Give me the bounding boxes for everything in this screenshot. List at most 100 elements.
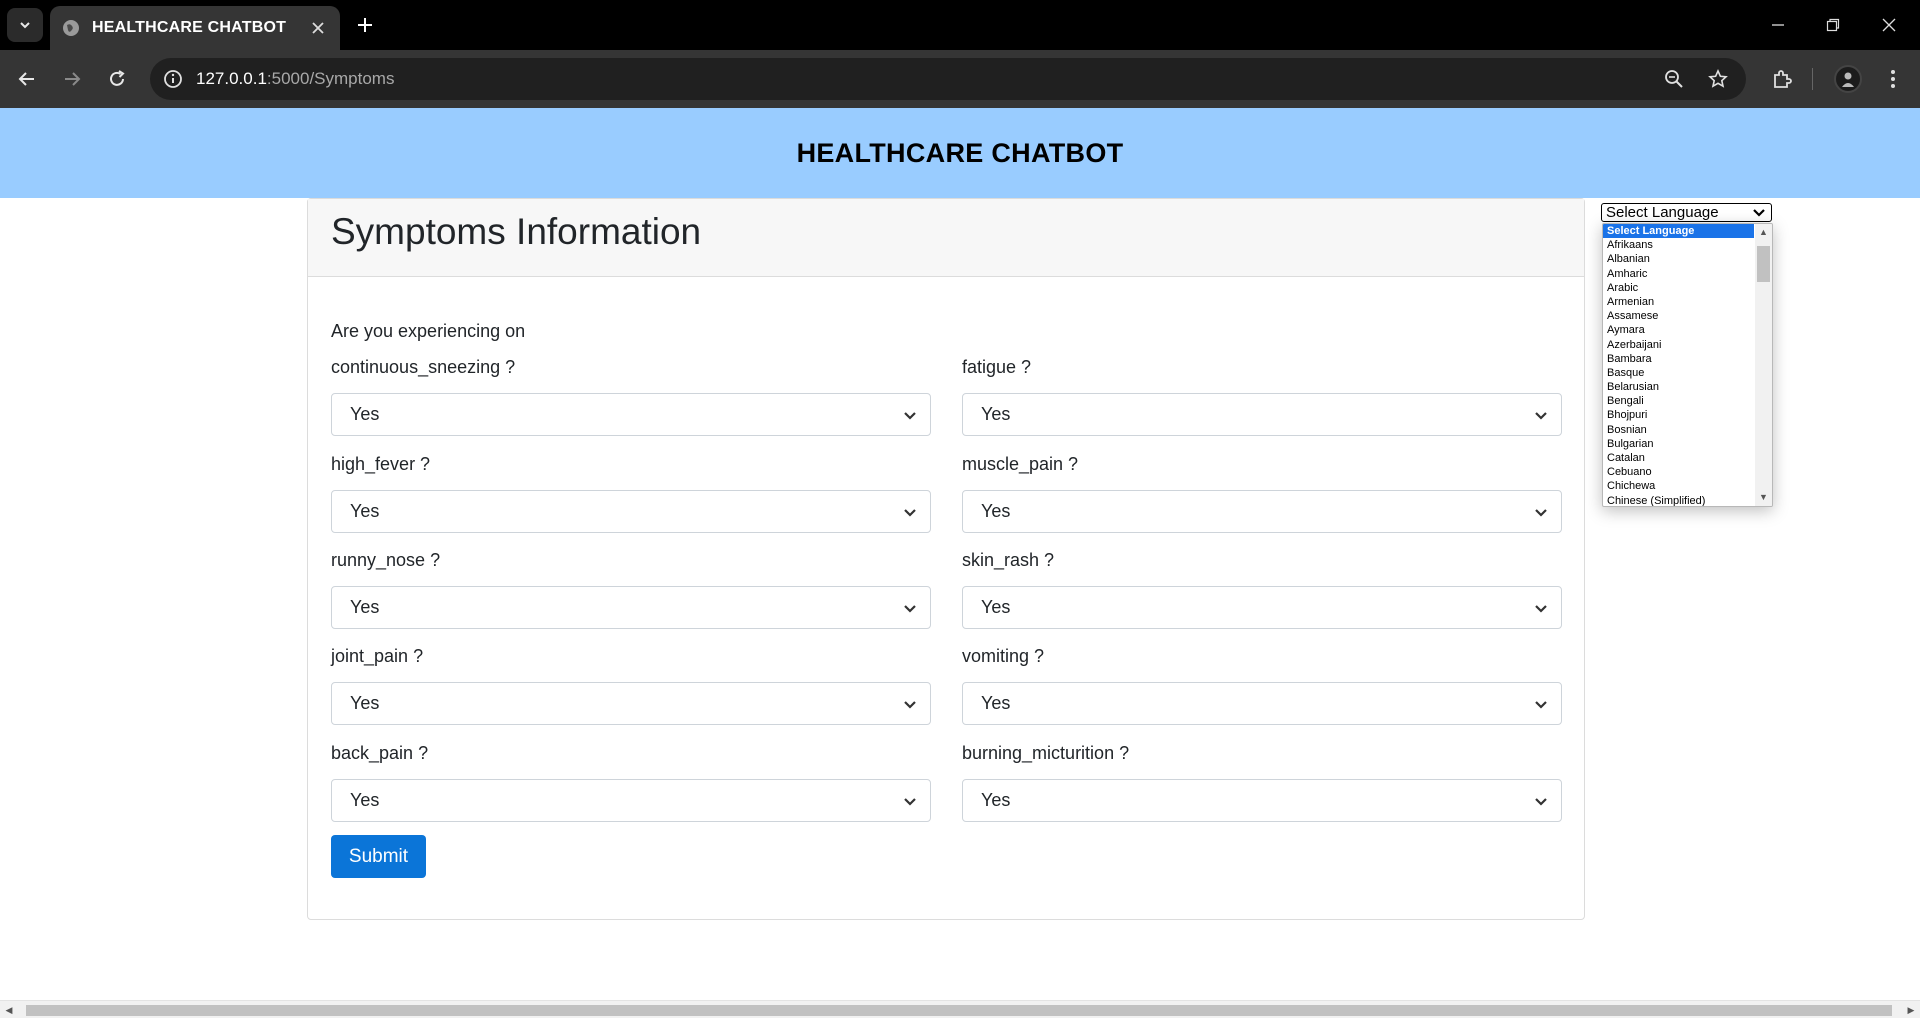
profile-avatar[interactable] bbox=[1834, 65, 1862, 93]
reload-icon[interactable] bbox=[104, 66, 130, 92]
language-option[interactable]: Bambara bbox=[1603, 352, 1754, 366]
submit-button[interactable]: Submit bbox=[331, 835, 426, 878]
language-select-value: Select Language bbox=[1606, 204, 1719, 221]
symptom-select[interactable]: Yes bbox=[331, 490, 931, 533]
language-option[interactable]: Amharic bbox=[1603, 267, 1754, 281]
language-select[interactable]: Select Language bbox=[1601, 203, 1772, 222]
restore-icon[interactable] bbox=[1820, 12, 1846, 38]
language-option[interactable]: Chinese (Simplified) bbox=[1603, 494, 1754, 506]
chevron-down-icon bbox=[904, 701, 916, 709]
select-value: Yes bbox=[350, 790, 380, 810]
chevron-down-icon bbox=[1535, 412, 1547, 420]
language-option[interactable]: Bengali bbox=[1603, 394, 1754, 408]
symptom-select[interactable]: Yes bbox=[331, 393, 931, 436]
chevron-down-icon bbox=[904, 798, 916, 806]
symptom-select[interactable]: Yes bbox=[962, 393, 1562, 436]
symptom-field-fatigue: fatigue ? Yes bbox=[962, 357, 1562, 436]
language-option[interactable]: Belarusian bbox=[1603, 380, 1754, 394]
symptom-field-joint-pain: joint_pain ? Yes bbox=[331, 646, 931, 725]
symptom-label: high_fever ? bbox=[331, 454, 431, 474]
chevron-down-icon bbox=[1535, 701, 1547, 709]
language-option[interactable]: Afrikaans bbox=[1603, 238, 1754, 252]
symptom-select[interactable]: Yes bbox=[962, 779, 1562, 822]
zoom-icon[interactable] bbox=[1662, 67, 1686, 91]
symptom-label: skin_rash ? bbox=[962, 550, 1055, 570]
chevron-down-icon bbox=[904, 412, 916, 420]
chevron-down-icon bbox=[20, 22, 30, 29]
symptom-select[interactable]: Yes bbox=[962, 682, 1562, 725]
chevron-down-icon bbox=[1753, 209, 1765, 217]
address-bar[interactable]: 127.0.0.1:5000/Symptoms bbox=[150, 58, 1746, 100]
language-option[interactable]: Chichewa bbox=[1603, 479, 1754, 493]
card-title: Symptoms Information bbox=[331, 211, 702, 252]
select-value: Yes bbox=[981, 790, 1011, 810]
symptom-label: muscle_pain ? bbox=[962, 454, 1079, 474]
language-option[interactable]: Select Language bbox=[1603, 224, 1754, 239]
new-tab-icon[interactable] bbox=[352, 12, 378, 38]
minimize-icon[interactable] bbox=[1765, 12, 1791, 38]
back-arrow-icon[interactable] bbox=[14, 66, 40, 92]
more-menu-icon[interactable] bbox=[1879, 65, 1907, 93]
site-info-icon[interactable] bbox=[162, 68, 184, 90]
close-window-icon[interactable] bbox=[1876, 12, 1902, 38]
bookmark-star-icon[interactable] bbox=[1706, 67, 1730, 91]
language-option[interactable]: Armenian bbox=[1603, 295, 1754, 309]
dropdown-scrollbar[interactable]: ▲ ▼ bbox=[1755, 224, 1772, 506]
tab-search-button[interactable] bbox=[7, 8, 43, 42]
symptom-select[interactable]: Yes bbox=[331, 779, 931, 822]
scroll-up-arrow-icon[interactable]: ▲ bbox=[1759, 228, 1768, 237]
language-option[interactable]: Assamese bbox=[1603, 309, 1754, 323]
symptom-label: joint_pain ? bbox=[331, 646, 424, 666]
select-value: Yes bbox=[981, 597, 1011, 617]
browser-toolbar: 127.0.0.1:5000/Symptoms bbox=[0, 50, 1920, 108]
language-option[interactable]: Bhojpuri bbox=[1603, 408, 1754, 422]
scroll-thumb[interactable] bbox=[1757, 246, 1770, 282]
symptom-select[interactable]: Yes bbox=[331, 586, 931, 629]
symptom-field-high-fever: high_fever ? Yes bbox=[331, 454, 931, 533]
intro-text: Are you experiencing on bbox=[331, 321, 526, 341]
symptoms-card: Symptoms Information Are you experiencin… bbox=[307, 198, 1585, 920]
language-option[interactable]: Arabic bbox=[1603, 281, 1754, 295]
language-option[interactable]: Azerbaijani bbox=[1603, 338, 1754, 352]
language-option[interactable]: Cebuano bbox=[1603, 465, 1754, 479]
symptom-field-burning-micturition: burning_micturition ? Yes bbox=[962, 743, 1562, 822]
symptom-label: fatigue ? bbox=[962, 357, 1032, 377]
symptom-field-skin-rash: skin_rash ? Yes bbox=[962, 550, 1562, 629]
select-value: Yes bbox=[350, 404, 380, 424]
scroll-right-arrow-icon[interactable]: ▶ bbox=[1906, 1005, 1916, 1015]
close-tab-icon[interactable] bbox=[308, 18, 328, 38]
scroll-down-arrow-icon[interactable]: ▼ bbox=[1759, 493, 1768, 502]
chevron-down-icon bbox=[1535, 605, 1547, 613]
select-value: Yes bbox=[350, 693, 380, 713]
browser-tab[interactable]: HEALTHCARE CHATBOT bbox=[50, 6, 340, 50]
card-header: Symptoms Information bbox=[308, 199, 1584, 277]
select-value: Yes bbox=[981, 501, 1011, 521]
symptom-field-vomiting: vomiting ? Yes bbox=[962, 646, 1562, 725]
symptom-label: vomiting ? bbox=[962, 646, 1045, 666]
select-value: Yes bbox=[981, 693, 1011, 713]
url-host: 127.0.0.1 bbox=[196, 69, 267, 88]
language-option[interactable]: Basque bbox=[1603, 366, 1754, 380]
scroll-left-arrow-icon[interactable]: ◀ bbox=[4, 1005, 14, 1015]
chevron-down-icon bbox=[1535, 798, 1547, 806]
language-option[interactable]: Bulgarian bbox=[1603, 437, 1754, 451]
symptom-select[interactable]: Yes bbox=[962, 586, 1562, 629]
tab-title: HEALTHCARE CHATBOT bbox=[92, 19, 287, 36]
chevron-down-icon bbox=[904, 605, 916, 613]
symptom-select[interactable]: Yes bbox=[331, 682, 931, 725]
language-option[interactable]: Catalan bbox=[1603, 451, 1754, 465]
url-path: :5000/Symptoms bbox=[266, 69, 395, 88]
horizontal-scrollbar[interactable]: ◀ ▶ bbox=[0, 1000, 1920, 1018]
extensions-puzzle-icon[interactable] bbox=[1768, 65, 1796, 93]
symptom-select[interactable]: Yes bbox=[962, 490, 1562, 533]
language-option[interactable]: Bosnian bbox=[1603, 423, 1754, 437]
globe-icon bbox=[62, 19, 80, 37]
language-option[interactable]: Aymara bbox=[1603, 323, 1754, 337]
symptom-label: back_pain ? bbox=[331, 743, 429, 763]
language-dropdown-list[interactable]: Select Language Afrikaans Albanian Amharic A… bbox=[1602, 223, 1773, 507]
select-value: Yes bbox=[350, 597, 380, 617]
forward-arrow-icon[interactable] bbox=[59, 66, 85, 92]
symptom-label: burning_micturition ? bbox=[962, 743, 1130, 763]
horizontal-scroll-thumb[interactable] bbox=[26, 1005, 1892, 1016]
language-option[interactable]: Albanian bbox=[1603, 252, 1754, 266]
